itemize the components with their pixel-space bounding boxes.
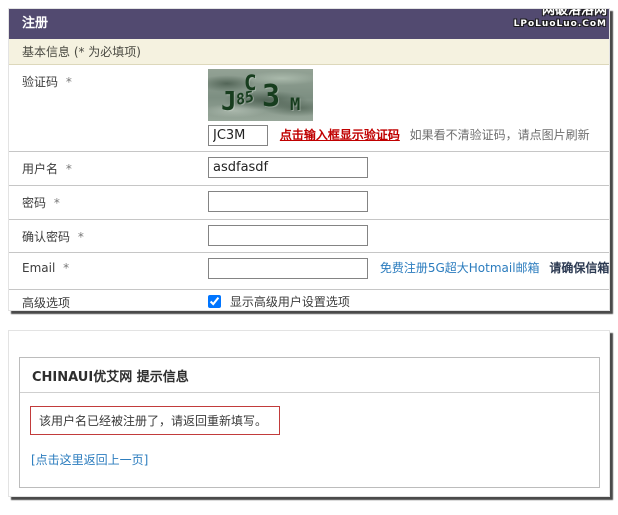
- captcha-row: 验证码 * 85 J C 3 M 点击输入框显示验证码 如果看不清验证码，请点图…: [9, 65, 609, 152]
- registration-panel: 注册 网破洛洛网 LPoLuoLuo.CoM 基本信息 (* 为必填项) 验证码…: [8, 8, 610, 311]
- username-label-cell: 用户名 *: [9, 152, 208, 185]
- password-input[interactable]: [208, 191, 368, 212]
- email-validity-note: 请确保信箱有效: [549, 261, 609, 275]
- hotmail-signup-link[interactable]: 免费注册5G超大Hotmail邮箱: [380, 261, 540, 275]
- email-label-cell: Email *: [9, 253, 208, 289]
- confirm-password-label: 确认密码: [22, 230, 71, 244]
- message-panel: CHINAUI优艾网 提示信息 该用户名已经被注册了，请返回重新填写。 [点击这…: [8, 330, 610, 497]
- password-label-cell: 密码 *: [9, 186, 208, 219]
- username-label: 用户名: [22, 162, 59, 176]
- panel-title: 注册: [22, 16, 49, 31]
- watermark-name: 网破洛洛网: [541, 8, 607, 18]
- advanced-options-checkbox[interactable]: [208, 295, 221, 308]
- message-box: CHINAUI优艾网 提示信息 该用户名已经被注册了，请返回重新填写。 [点击这…: [19, 357, 600, 488]
- error-message-text: 该用户名已经被注册了，请返回重新填写。: [39, 414, 268, 428]
- username-input[interactable]: [208, 157, 368, 178]
- watermark-domain: LPoLuoLuo.CoM: [513, 19, 607, 30]
- panel-titlebar: 注册 网破洛洛网 LPoLuoLuo.CoM: [9, 9, 609, 39]
- username-row: 用户名 *: [9, 152, 609, 186]
- email-row: Email * 免费注册5G超大Hotmail邮箱 请确保信箱有效: [9, 253, 609, 290]
- captcha-letter: M: [290, 95, 301, 115]
- captcha-content-cell: 85 J C 3 M 点击输入框显示验证码 如果看不清验证码，请点图片刷新: [208, 65, 609, 151]
- captcha-label: 验证码: [22, 75, 59, 89]
- captcha-input[interactable]: [208, 125, 268, 146]
- advanced-options-checkbox-label[interactable]: 显示高级用户设置选项: [208, 295, 350, 309]
- confirm-password-input[interactable]: [208, 225, 368, 246]
- password-row: 密码 *: [9, 186, 609, 220]
- email-input[interactable]: [208, 258, 368, 279]
- message-title: CHINAUI优艾网 提示信息: [20, 358, 599, 393]
- captcha-letter: C: [244, 71, 257, 95]
- captcha-letter: 3: [262, 79, 281, 114]
- advanced-options-row: 高级选项 显示高级用户设置选项: [9, 290, 609, 310]
- error-message-box: 该用户名已经被注册了，请返回重新填写。: [30, 406, 280, 435]
- section-header: 基本信息 (* 为必填项): [9, 39, 609, 65]
- site-watermark: 网破洛洛网 LPoLuoLuo.CoM: [513, 8, 607, 31]
- required-asterisk: *: [65, 75, 72, 89]
- advanced-options-label: 高级选项: [22, 296, 71, 310]
- password-label: 密码: [22, 196, 47, 210]
- captcha-letter: J: [221, 87, 237, 117]
- captcha-label-cell: 验证码 *: [9, 65, 208, 151]
- required-asterisk: *: [65, 162, 72, 176]
- required-asterisk: *: [53, 196, 60, 210]
- confirm-password-row: 确认密码 *: [9, 220, 609, 253]
- email-label: Email: [22, 261, 56, 275]
- advanced-options-label-cell: 高级选项: [9, 290, 208, 310]
- required-asterisk: *: [77, 230, 84, 244]
- required-asterisk: *: [63, 261, 70, 275]
- captcha-hint-link[interactable]: 点击输入框显示验证码: [280, 128, 400, 142]
- captcha-hint-text: 如果看不清验证码，请点图片刷新: [409, 128, 590, 142]
- section-header-label: 基本信息 (* 为必填项): [22, 45, 141, 59]
- go-back-link[interactable]: [点击这里返回上一页]: [31, 451, 148, 468]
- captcha-image[interactable]: 85 J C 3 M: [208, 69, 313, 121]
- confirm-password-label-cell: 确认密码 *: [9, 220, 208, 252]
